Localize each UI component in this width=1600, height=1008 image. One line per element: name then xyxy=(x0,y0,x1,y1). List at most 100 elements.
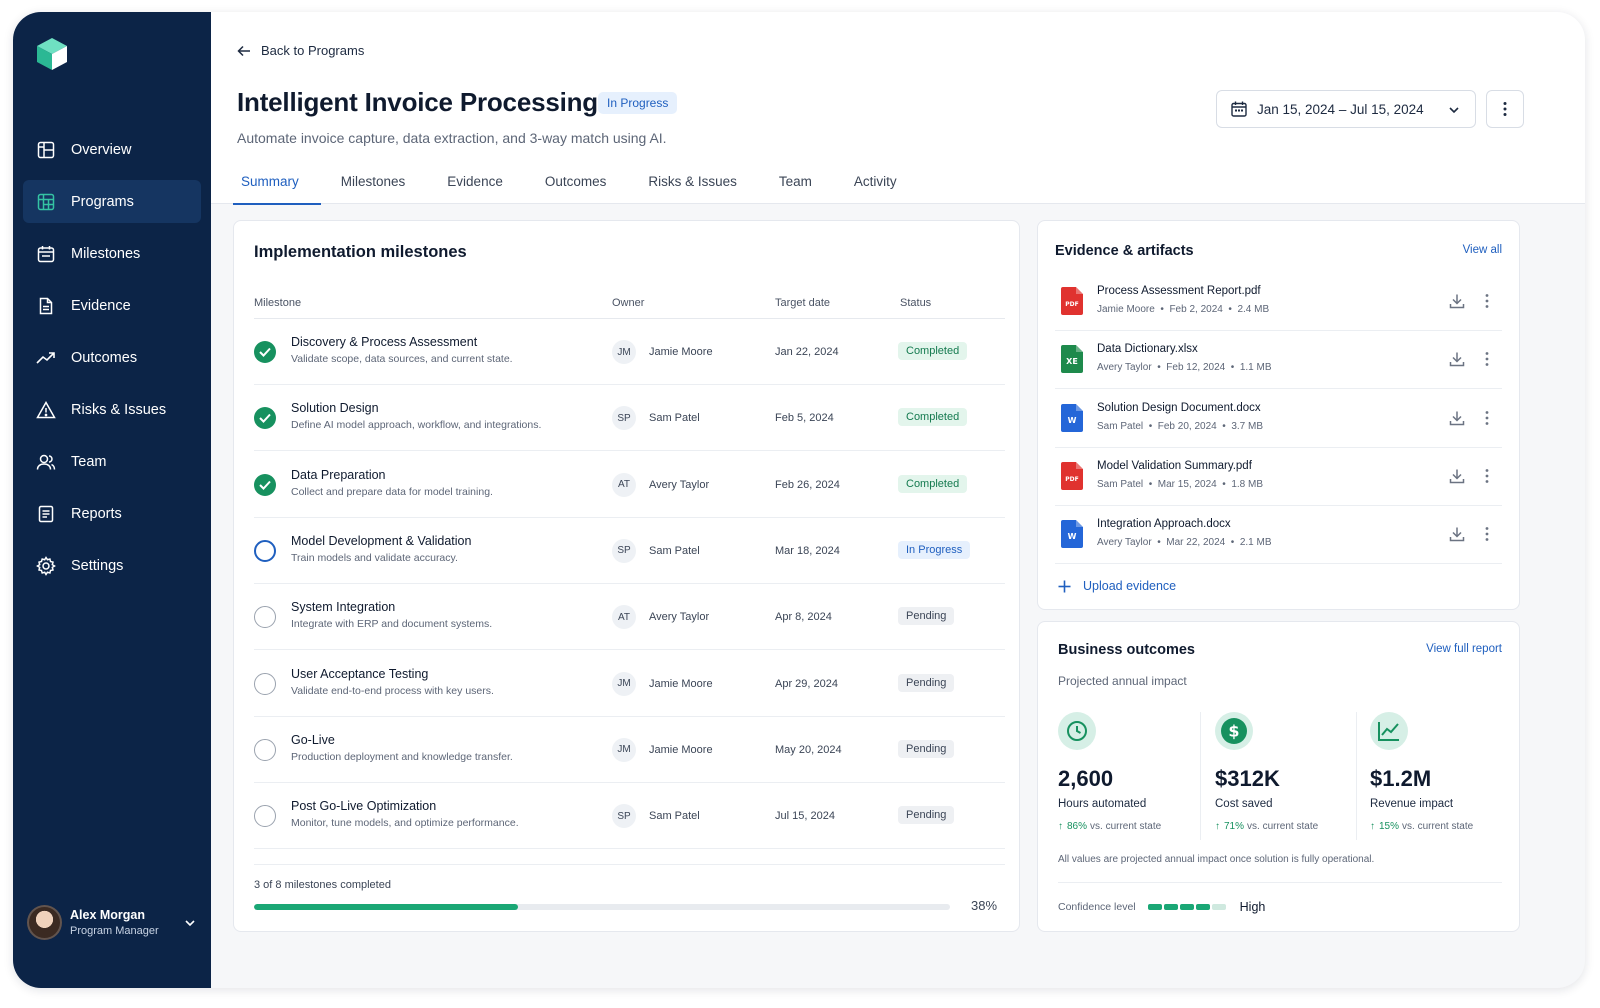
calendar-icon xyxy=(36,244,56,264)
milestone-target-date: Jan 22, 2024 xyxy=(775,346,839,358)
pdf-file-icon: PDF xyxy=(1061,287,1083,315)
list-item[interactable]: XE Data Dictionary.xlsx Avery Taylor • Feb… xyxy=(1055,331,1502,390)
table-row[interactable]: Model Development & Validation Train mode… xyxy=(254,518,1005,584)
file-name: Data Dictionary.xlsx xyxy=(1097,343,1198,356)
app-window: Overview Programs Milestones Evidence Ou… xyxy=(13,12,1585,988)
check-circle-icon[interactable] xyxy=(254,473,276,496)
sidebar-item-risks[interactable]: Risks & Issues xyxy=(23,388,201,431)
list-item[interactable]: W Solution Design Document.docx Sam Patel … xyxy=(1055,390,1502,448)
view-all-link[interactable]: View all xyxy=(1463,244,1502,256)
list-item[interactable]: PDF Model Validation Summary.pdf Sam Patel… xyxy=(1055,448,1502,506)
circle-icon[interactable] xyxy=(254,805,276,828)
svg-text:W: W xyxy=(1068,532,1077,541)
table-row[interactable]: Solution Design Define AI model approach,… xyxy=(254,385,1005,452)
milestone-owner: Jamie Moore xyxy=(649,743,713,756)
user-menu[interactable]: Alex Morgan Program Manager xyxy=(27,905,197,940)
file-meta: Sam Patel • Feb 20, 2024 • 3.7 MB xyxy=(1097,420,1264,432)
more-vertical-icon[interactable] xyxy=(1485,526,1489,542)
table-row[interactable]: Data Preparation Collect and prepare data… xyxy=(254,452,1005,518)
milestone-owner: Jamie Moore xyxy=(649,346,713,358)
milestone-target-date: Jul 15, 2024 xyxy=(775,810,835,823)
kpi-value: $312K xyxy=(1215,766,1280,791)
status-badge: Pending xyxy=(898,806,955,825)
page-subtitle: Automate invoice capture, data extractio… xyxy=(237,130,667,146)
sidebar-item-reports[interactable]: Reports xyxy=(23,492,201,535)
tab-summary[interactable]: Summary xyxy=(233,162,321,205)
app-logo-icon[interactable] xyxy=(35,36,69,72)
evidence-title: Evidence & artifacts xyxy=(1055,243,1194,259)
back-link[interactable]: Back to Programs xyxy=(237,43,364,58)
check-circle-icon[interactable] xyxy=(254,407,276,430)
kpi-label: Hours automated xyxy=(1058,798,1147,810)
outcomes-subtitle: Projected annual impact xyxy=(1058,674,1187,688)
gear-icon xyxy=(36,555,56,576)
more-vertical-icon[interactable] xyxy=(1485,468,1489,484)
download-icon[interactable] xyxy=(1449,468,1465,484)
list-item[interactable]: W Integration Approach.docx Avery Taylor •… xyxy=(1055,506,1502,565)
list-item[interactable]: PDF Process Assessment Report.pdf Jamie Mo… xyxy=(1055,273,1502,331)
table-row[interactable]: Discovery & Process Assessment Validate s… xyxy=(254,319,1005,385)
sidebar-item-label: Outcomes xyxy=(71,349,138,366)
back-link-label: Back to Programs xyxy=(261,43,365,58)
kpi-revenue-impact: $1.2M Revenue impact ↑ 15% vs. current sta… xyxy=(1370,712,1510,842)
status-badge: Pending xyxy=(898,673,955,692)
circle-icon[interactable] xyxy=(254,606,276,629)
more-vertical-icon[interactable] xyxy=(1485,410,1489,426)
circle-icon[interactable] xyxy=(254,672,276,695)
sidebar-item-programs[interactable]: Programs xyxy=(23,180,201,223)
chevron-down-icon[interactable] xyxy=(183,916,197,930)
tab-outcomes[interactable]: Outcomes xyxy=(537,162,615,204)
sidebar-item-outcomes[interactable]: Outcomes xyxy=(23,336,201,379)
check-circle-icon[interactable] xyxy=(254,341,276,363)
warning-icon xyxy=(36,400,56,420)
download-icon[interactable] xyxy=(1449,293,1465,309)
file-meta: Sam Patel • Mar 15, 2024 • 1.8 MB xyxy=(1097,478,1264,490)
table-row[interactable]: Go-Live Production deployment and knowled… xyxy=(254,717,1005,783)
sidebar-item-overview[interactable]: Overview xyxy=(23,128,201,171)
sidebar-item-milestones[interactable]: Milestones xyxy=(23,232,201,275)
circle-icon[interactable] xyxy=(254,738,276,761)
svg-text:$: $ xyxy=(1228,722,1239,741)
confidence-segment xyxy=(1211,904,1226,910)
tab-milestones[interactable]: Milestones xyxy=(333,162,414,204)
sidebar-item-label: Risks & Issues xyxy=(71,401,167,418)
milestone-description: Collect and prepare data for model train… xyxy=(291,485,493,498)
table-row[interactable]: User Acceptance Testing Validate end-to-e… xyxy=(254,651,1005,717)
milestones-card: Implementation milestones Milestone Owne… xyxy=(233,220,1020,932)
status-badge: In Progress xyxy=(598,92,678,114)
more-options-button[interactable] xyxy=(1486,90,1524,128)
download-icon[interactable] xyxy=(1449,351,1465,367)
milestones-progress-fill xyxy=(254,904,519,910)
upload-evidence-button[interactable]: Upload evidence xyxy=(1058,579,1176,593)
download-icon[interactable] xyxy=(1449,410,1465,426)
milestone-description: Validate scope, data sources, and curren… xyxy=(291,353,513,365)
circle-icon[interactable] xyxy=(254,539,276,562)
table-row[interactable]: System Integration Integrate with ERP and… xyxy=(254,584,1005,651)
tab-risks-issues[interactable]: Risks & Issues xyxy=(640,162,745,204)
tab-activity[interactable]: Activity xyxy=(846,162,905,204)
confidence-label: Confidence level xyxy=(1058,901,1136,913)
milestone-name: Post Go-Live Optimization xyxy=(291,799,437,814)
date-range-picker[interactable]: Jan 15, 2024 – Jul 15, 2024 xyxy=(1216,90,1476,128)
status-badge: Pending xyxy=(898,739,955,758)
sidebar-item-team[interactable]: Team xyxy=(23,440,201,483)
more-vertical-icon[interactable] xyxy=(1485,293,1489,309)
arrow-up-icon: ↑ xyxy=(1215,821,1220,832)
view-full-report-link[interactable]: View full report xyxy=(1426,643,1502,655)
status-badge: In Progress xyxy=(898,540,971,559)
sidebar-item-settings[interactable]: Settings xyxy=(23,544,201,587)
owner-avatar: SP xyxy=(612,406,636,431)
kpi-label: Cost saved xyxy=(1215,798,1273,810)
tab-team[interactable]: Team xyxy=(771,162,820,204)
sidebar-item-label: Programs xyxy=(71,193,134,210)
more-vertical-icon[interactable] xyxy=(1485,351,1489,367)
download-icon[interactable] xyxy=(1449,526,1465,542)
table-row[interactable]: Post Go-Live Optimization Monitor, tune m… xyxy=(254,783,1005,850)
milestone-target-date: Apr 29, 2024 xyxy=(775,677,838,690)
tab-evidence[interactable]: Evidence xyxy=(439,162,511,204)
more-vertical-icon xyxy=(1503,102,1507,116)
file-name: Process Assessment Report.pdf xyxy=(1097,285,1261,297)
evidence-card: Evidence & artifacts View all PDF Process… xyxy=(1037,220,1520,610)
sidebar-item-label: Overview xyxy=(71,141,132,158)
sidebar-item-evidence[interactable]: Evidence xyxy=(23,284,201,327)
